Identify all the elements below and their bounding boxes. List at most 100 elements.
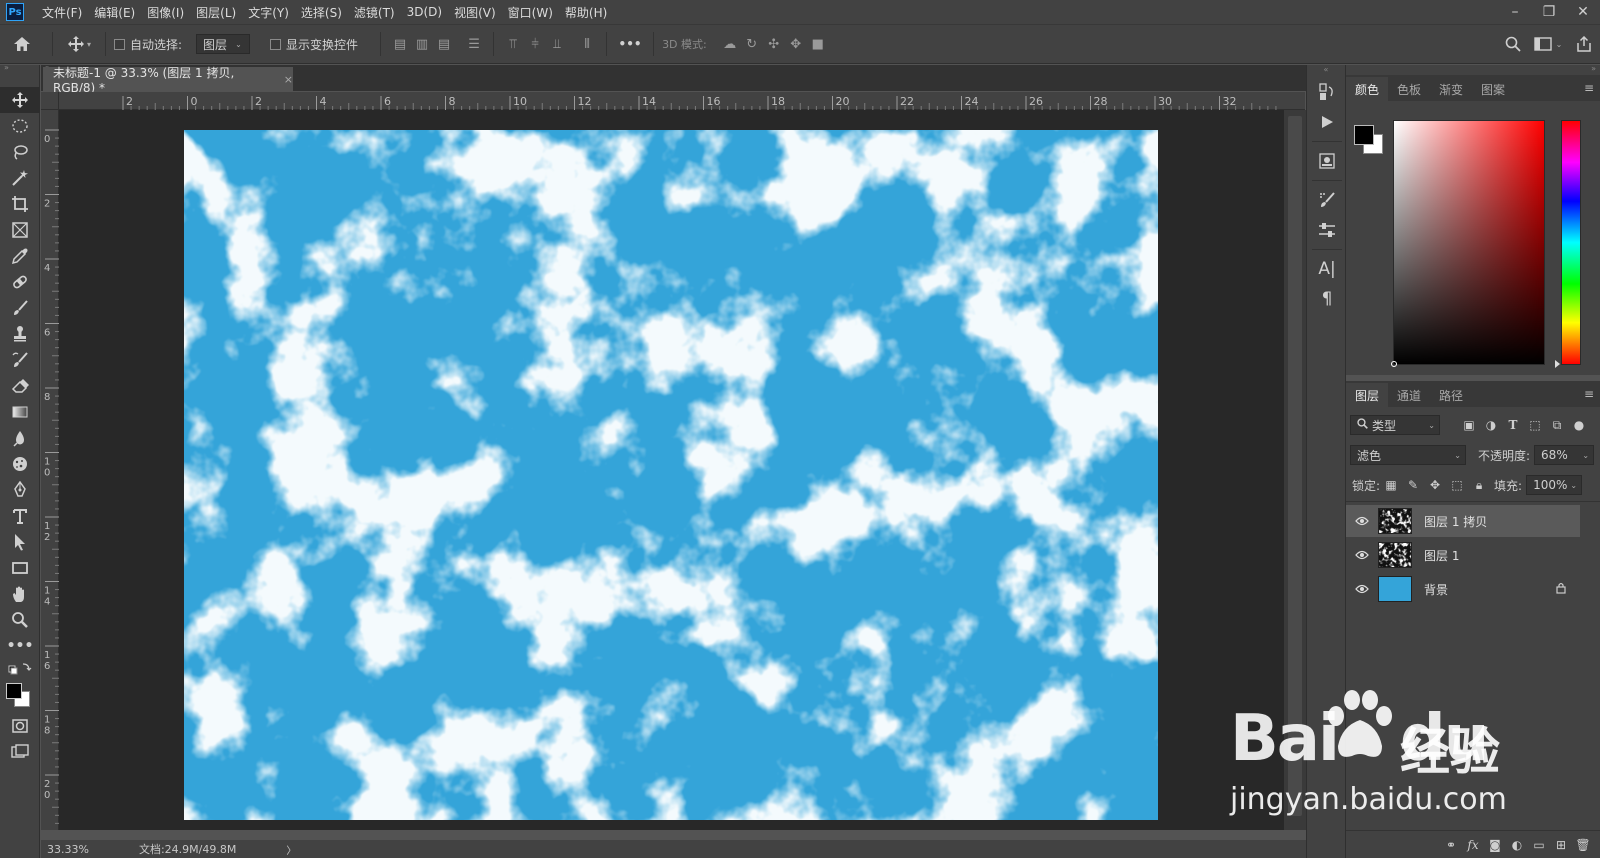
3d-scale-icon[interactable]: ■ (807, 33, 829, 55)
mask-icon[interactable]: ◙ (1484, 834, 1506, 856)
menu-image[interactable]: 图像(I) (141, 0, 190, 24)
auto-select-check[interactable] (114, 38, 125, 50)
hand-tool-icon[interactable] (0, 581, 40, 607)
character-panel-icon[interactable]: A| (1307, 254, 1347, 284)
eye-icon[interactable] (1350, 584, 1374, 594)
collapse-right-icon[interactable]: » (1346, 65, 1600, 75)
eyedropper-tool-icon[interactable] (0, 243, 40, 269)
tab-color[interactable]: 颜色 (1346, 77, 1389, 101)
eye-icon[interactable] (1350, 516, 1374, 526)
color-swatches[interactable] (0, 679, 40, 713)
menu-window[interactable]: 窗口(W) (502, 0, 559, 24)
menu-filter[interactable]: 滤镜(T) (348, 0, 401, 24)
menu-3d[interactable]: 3D(D) (401, 0, 448, 24)
layer-thumbnail[interactable] (1378, 508, 1412, 534)
fill-input[interactable]: 100% ⌄ (1526, 475, 1583, 495)
tab-swatches[interactable]: 色板 (1388, 77, 1430, 101)
lock-artboard-icon[interactable]: ⬚ (1446, 474, 1468, 496)
menu-type[interactable]: 文字(Y) (242, 0, 295, 24)
blur-tool-icon[interactable] (0, 425, 40, 451)
gradient-tool-icon[interactable] (0, 399, 40, 425)
filter-smart-object-icon[interactable]: ⧉ (1546, 414, 1568, 436)
ruler-origin[interactable] (41, 92, 59, 110)
3d-orbit-icon[interactable]: ☁ (719, 33, 741, 55)
layer-name[interactable]: 背景 (1424, 581, 1448, 598)
3d-slide-icon[interactable]: ✥ (785, 33, 807, 55)
vertical-scrollbar[interactable] (1284, 110, 1306, 830)
filter-type-icon[interactable]: T (1502, 414, 1524, 436)
history-panel-icon[interactable] (1307, 77, 1347, 107)
lock-image-icon[interactable]: ✎ (1402, 474, 1424, 496)
history-brush-tool-icon[interactable] (0, 347, 40, 373)
tab-patterns[interactable]: 图案 (1472, 77, 1514, 101)
move-tool-preset-icon[interactable]: ▾ (61, 29, 97, 59)
actions-play-icon[interactable] (1307, 107, 1347, 137)
filter-toggle-icon[interactable]: ● (1568, 414, 1590, 436)
3d-panel-icon[interactable] (1307, 146, 1347, 176)
distribute-h-icon[interactable]: ☰ (463, 33, 485, 55)
lasso-tool-icon[interactable] (0, 139, 40, 165)
eye-icon[interactable] (1350, 550, 1374, 560)
menu-select[interactable]: 选择(S) (295, 0, 348, 24)
layer-row-1[interactable]: 图层 1 (1346, 539, 1580, 571)
type-tool-icon[interactable] (0, 503, 40, 529)
align-right-icon[interactable]: ▤ (433, 33, 455, 55)
close-tab-icon[interactable]: × (284, 73, 293, 86)
menu-edit[interactable]: 编辑(E) (88, 0, 141, 24)
rectangle-tool-icon[interactable] (0, 555, 40, 581)
menu-view[interactable]: 视图(V) (448, 0, 502, 24)
lock-position-icon[interactable]: ✥ (1424, 474, 1446, 496)
search-icon[interactable] (1498, 29, 1528, 59)
scrollbar-thumb[interactable] (1288, 116, 1302, 816)
menu-file[interactable]: 文件(F) (36, 0, 88, 24)
ruler-vertical[interactable]: 02468101214161820 (41, 110, 59, 830)
menu-layer[interactable]: 图层(L) (190, 0, 242, 24)
status-menu-arrow-icon[interactable]: 〉 (286, 842, 296, 857)
home-icon[interactable] (0, 29, 44, 59)
filter-adjustment-icon[interactable]: ◑ (1480, 414, 1502, 436)
align-left-icon[interactable]: ▤ (389, 33, 411, 55)
3d-roll-icon[interactable]: ↻ (741, 33, 763, 55)
edit-toolbar-icon[interactable]: ••• (0, 633, 40, 659)
auto-select-checkbox[interactable]: 自动选择: (114, 36, 182, 53)
3d-pan-icon[interactable]: ✣ (763, 33, 785, 55)
filter-pixel-icon[interactable]: ▣ (1458, 414, 1480, 436)
layer-row-0[interactable]: 图层 1 拷贝 (1346, 505, 1580, 537)
workspace-icon[interactable]: ⌄ (1528, 29, 1568, 59)
hue-slider[interactable] (1555, 120, 1581, 368)
path-selection-tool-icon[interactable] (0, 529, 40, 555)
align-bottom-icon[interactable]: ⫫ (546, 33, 568, 55)
crop-tool-icon[interactable] (0, 191, 40, 217)
layer-name[interactable]: 图层 1 (1424, 547, 1459, 564)
paragraph-panel-icon[interactable]: ¶ (1307, 284, 1347, 314)
hue-slider-handle[interactable] (1555, 360, 1560, 368)
color-picker-cursor[interactable] (1391, 361, 1397, 367)
new-layer-icon[interactable]: ⊞ (1550, 834, 1572, 856)
tab-layers[interactable]: 图层 (1346, 383, 1389, 407)
folder-icon[interactable]: ▭ (1528, 834, 1550, 856)
layer-name[interactable]: 图层 1 拷贝 (1424, 513, 1487, 530)
restore-button[interactable]: ❐ (1532, 0, 1566, 24)
zoom-tool-icon[interactable] (0, 607, 40, 633)
canvas[interactable] (184, 130, 1158, 820)
align-vcenter-icon[interactable]: ⫩ (524, 33, 546, 55)
blend-mode-dropdown[interactable]: 滤色 ⌄ (1350, 445, 1466, 465)
clone-stamp-tool-icon[interactable] (0, 321, 40, 347)
ruler-horizontal[interactable]: 2 0 2 4 6 8 10 12 14 16 18 20 22 24 26 28 30 32 (59, 92, 1305, 110)
lock-all-icon[interactable]: 🔒︎ (1468, 474, 1490, 496)
menu-help[interactable]: 帮助(H) (559, 0, 613, 24)
swap-colors-icon[interactable] (0, 659, 40, 679)
minimize-button[interactable]: – (1498, 0, 1532, 24)
tab-gradients[interactable]: 渐变 (1430, 77, 1472, 101)
adjustments-sliders-icon[interactable] (1307, 215, 1347, 245)
move-tool-icon[interactable] (0, 87, 40, 113)
opacity-input[interactable]: 68% ⌄ (1534, 445, 1595, 465)
tab-channels[interactable]: 通道 (1388, 383, 1430, 407)
more-options-icon[interactable]: ••• (615, 37, 645, 51)
screen-mode-icon[interactable] (0, 739, 40, 765)
layer-row-2[interactable]: 背景 (1346, 573, 1580, 605)
layer-filter-dropdown[interactable]: 类型 ⌄ (1350, 415, 1440, 435)
link-icon[interactable]: ⚭ (1440, 834, 1462, 856)
layer-thumbnail[interactable] (1378, 542, 1412, 568)
brush-settings-icon[interactable] (1307, 185, 1347, 215)
